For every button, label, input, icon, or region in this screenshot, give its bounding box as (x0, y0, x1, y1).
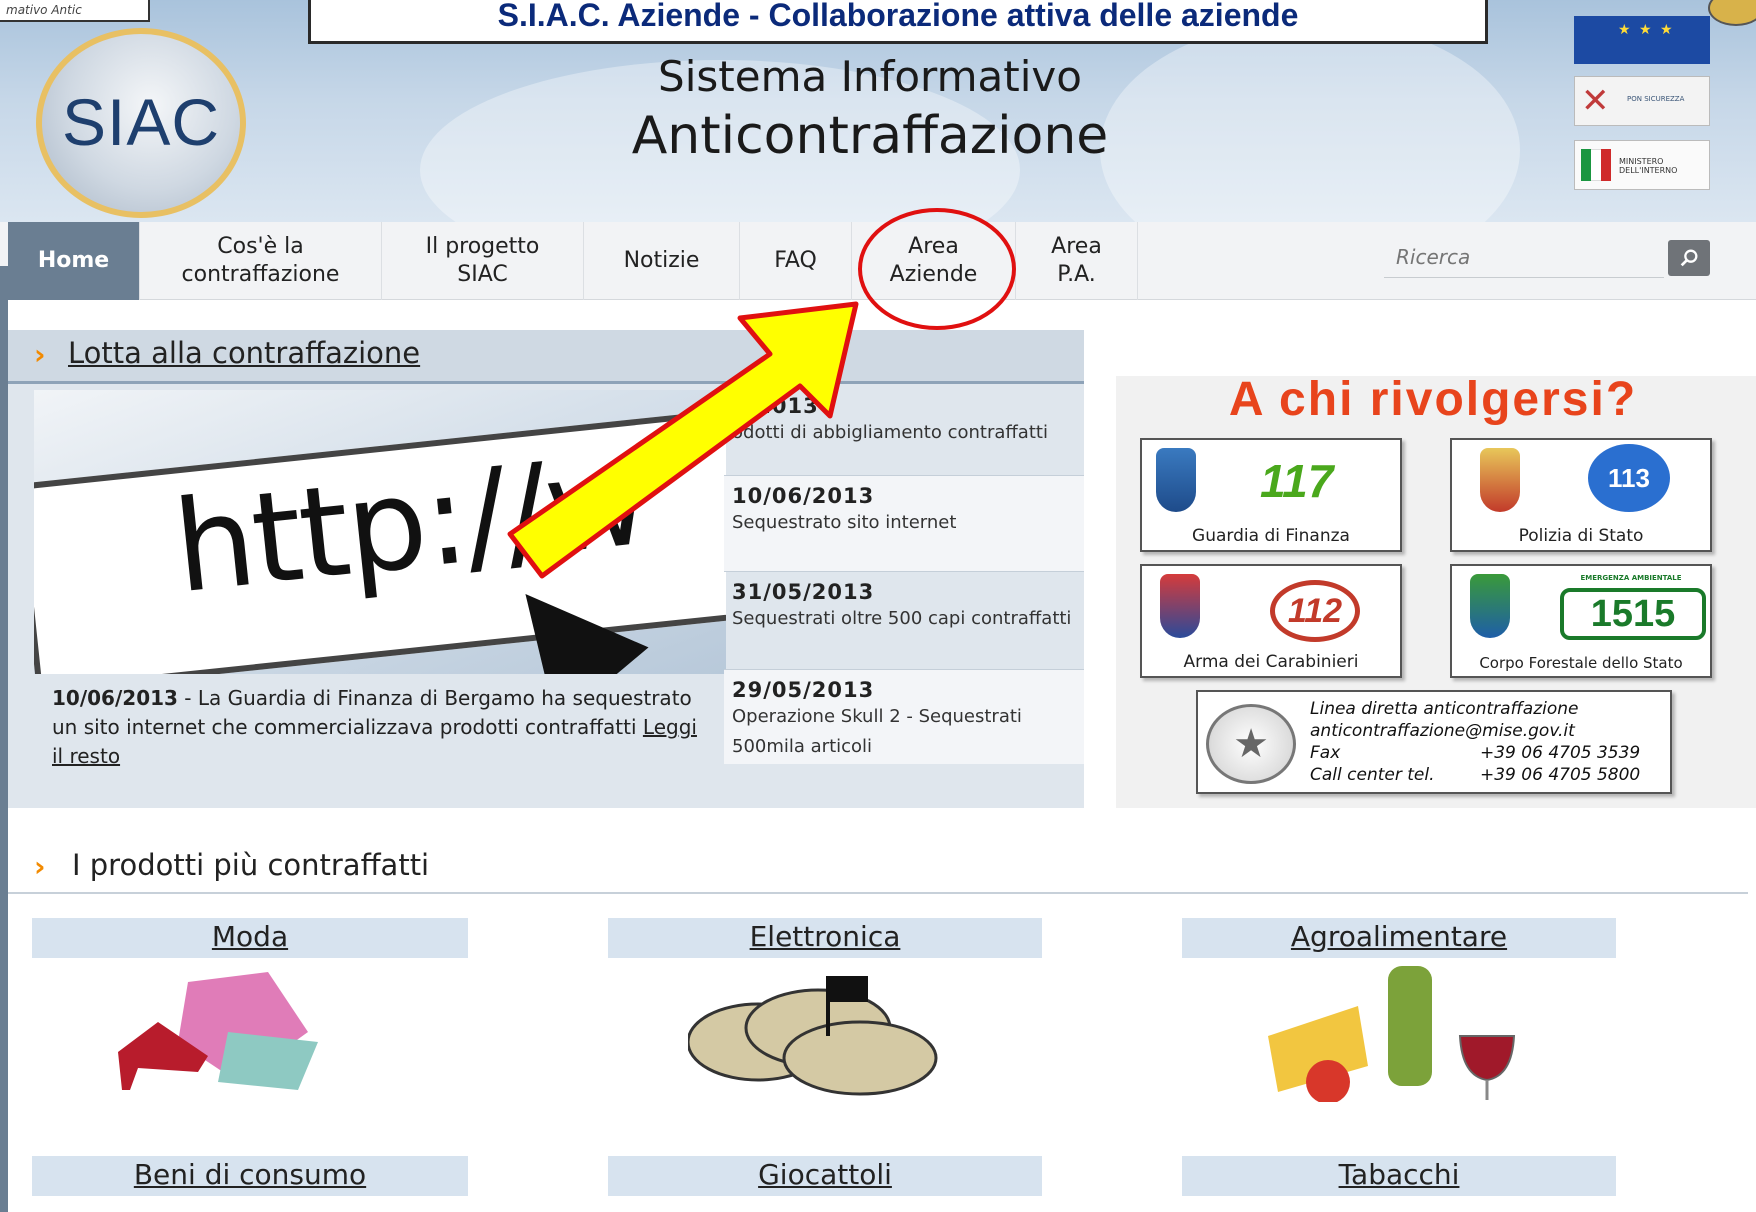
search-button[interactable] (1668, 240, 1710, 276)
site-title: Sistema Informativo Anticontraffazione (520, 50, 1220, 168)
nav-cos-e-la-contraffazione[interactable]: Cos'è la contraffazione (140, 222, 382, 300)
card-guardia-di-finanza[interactable]: 117 Guardia di Finanza (1140, 438, 1402, 552)
category-elettronica[interactable]: Elettronica (608, 918, 1042, 958)
pon-sicurezza-icon: ✕ PON SICUREZZA (1574, 76, 1710, 126)
left-border (0, 266, 8, 1212)
nav-label: Cos'è la contraffazione (181, 234, 340, 287)
news-text: Operazione Skull 2 - Sequestrati 500mila… (732, 706, 1022, 757)
category-moda[interactable]: Moda (32, 918, 468, 958)
category-agroalimentare[interactable]: Agroalimentare (1182, 918, 1616, 958)
siac-logo-text: SIAC (61, 85, 221, 159)
chevron-right-icon: › (34, 850, 46, 883)
slide-corner-logo: mativo Antic (0, 0, 150, 22)
gdf-crest-icon (1156, 448, 1196, 512)
phone-1515-icon: 1515 (1560, 588, 1706, 640)
fax-number: +39 06 4705 3539 (1480, 743, 1641, 763)
hotline-fax-row: Fax +39 06 4705 3539 (1310, 742, 1640, 764)
food-icon[interactable] (1268, 966, 1526, 1104)
call-center-label: Call center tel. (1310, 765, 1435, 785)
hotline-email[interactable]: anticontraffazione@mise.gov.it (1310, 720, 1640, 742)
eu-flag-icon: ★ ★ ★ (1574, 16, 1710, 64)
search-input[interactable] (1384, 236, 1664, 277)
nav-home[interactable]: Home (8, 222, 140, 300)
emergency-tag: EMERGENZA AMBIENTALE (1580, 574, 1682, 582)
ministero-interno-icon: MINISTERO DELL'INTERNO (1574, 140, 1710, 190)
slide-title: S.I.A.C. Aziende - Collaborazione attiva… (308, 0, 1488, 44)
news-item[interactable]: 29/05/2013 Operazione Skull 2 - Sequestr… (724, 670, 1084, 764)
pirated-discs-icon[interactable] (686, 966, 946, 1096)
nav-il-progetto-siac[interactable]: Il progetto SIAC (382, 222, 584, 300)
callout-arrow-icon (507, 301, 859, 579)
news-date: 29/05/2013 (732, 678, 875, 702)
fashion-icon[interactable] (118, 972, 324, 1096)
italian-republic-seal-icon: ★ (1206, 704, 1296, 784)
nav-label: Il progetto SIAC (425, 234, 540, 287)
chevron-right-icon: › (34, 338, 46, 371)
nav-area-pa[interactable]: Area P.A. (1016, 222, 1138, 300)
category-tabacchi[interactable]: Tabacchi (1182, 1156, 1616, 1196)
forestale-crest-icon (1470, 574, 1510, 638)
hotline-card[interactable]: ★ Linea diretta anticontraffazione antic… (1196, 690, 1672, 794)
card-label: Polizia di Stato (1518, 526, 1644, 546)
hero-caption: 10/06/2013 - La Guardia di Finanza di Be… (52, 684, 702, 771)
hotline-title: Linea diretta anticontraffazione (1310, 699, 1579, 719)
card-label: Guardia di Finanza (1192, 526, 1350, 546)
phone-117-icon: 117 (1260, 455, 1334, 507)
products-header: › I prodotti più contraffatti (8, 844, 1748, 894)
card-label: Corpo Forestale dello Stato (1479, 654, 1683, 672)
nav-faq[interactable]: FAQ (740, 222, 852, 300)
polizia-crest-icon (1480, 448, 1520, 512)
contacts-title: A chi rivolgersi? (1228, 373, 1638, 426)
category-beni-di-consumo[interactable]: Beni di consumo (32, 1156, 468, 1196)
contacts-panel: A chi rivolgersi? 117 Guardia di Finanza… (1116, 373, 1756, 808)
fax-label: Fax (1310, 743, 1341, 763)
nav-notizie[interactable]: Notizie (584, 222, 740, 300)
carabinieri-crest-icon (1160, 574, 1200, 638)
site-title-line1: Sistema Informativo (658, 52, 1082, 101)
lotta-title[interactable]: Lotta alla contraffazione (68, 336, 420, 370)
call-center-number: +39 06 4705 5800 (1480, 765, 1641, 785)
card-arma-dei-carabinieri[interactable]: 112 Arma dei Carabinieri (1140, 564, 1402, 678)
card-corpo-forestale[interactable]: EMERGENZA AMBIENTALE 1515 Corpo Forestal… (1450, 564, 1712, 678)
siac-logo[interactable]: SIAC (36, 28, 246, 218)
card-label: Arma dei Carabinieri (1183, 652, 1359, 672)
search-field[interactable] (1384, 236, 1664, 278)
hotline-text: Linea diretta anticontraffazione anticon… (1310, 698, 1640, 786)
products-title: I prodotti più contraffatti (72, 848, 430, 882)
hotline-call-row: Call center tel. +39 06 4705 5800 (1310, 764, 1640, 786)
category-giocattoli[interactable]: Giocattoli (608, 1156, 1042, 1196)
card-polizia-di-stato[interactable]: 113 Polizia di Stato (1450, 438, 1712, 552)
search-icon (1680, 249, 1698, 267)
phone-112-icon: 112 (1270, 580, 1360, 642)
site-title-line2: Anticontraffazione (631, 106, 1109, 166)
phone-113-icon: 113 (1588, 444, 1670, 512)
nav-label: Area P.A. (1051, 234, 1102, 287)
caption-date: 10/06/2013 (52, 686, 178, 710)
